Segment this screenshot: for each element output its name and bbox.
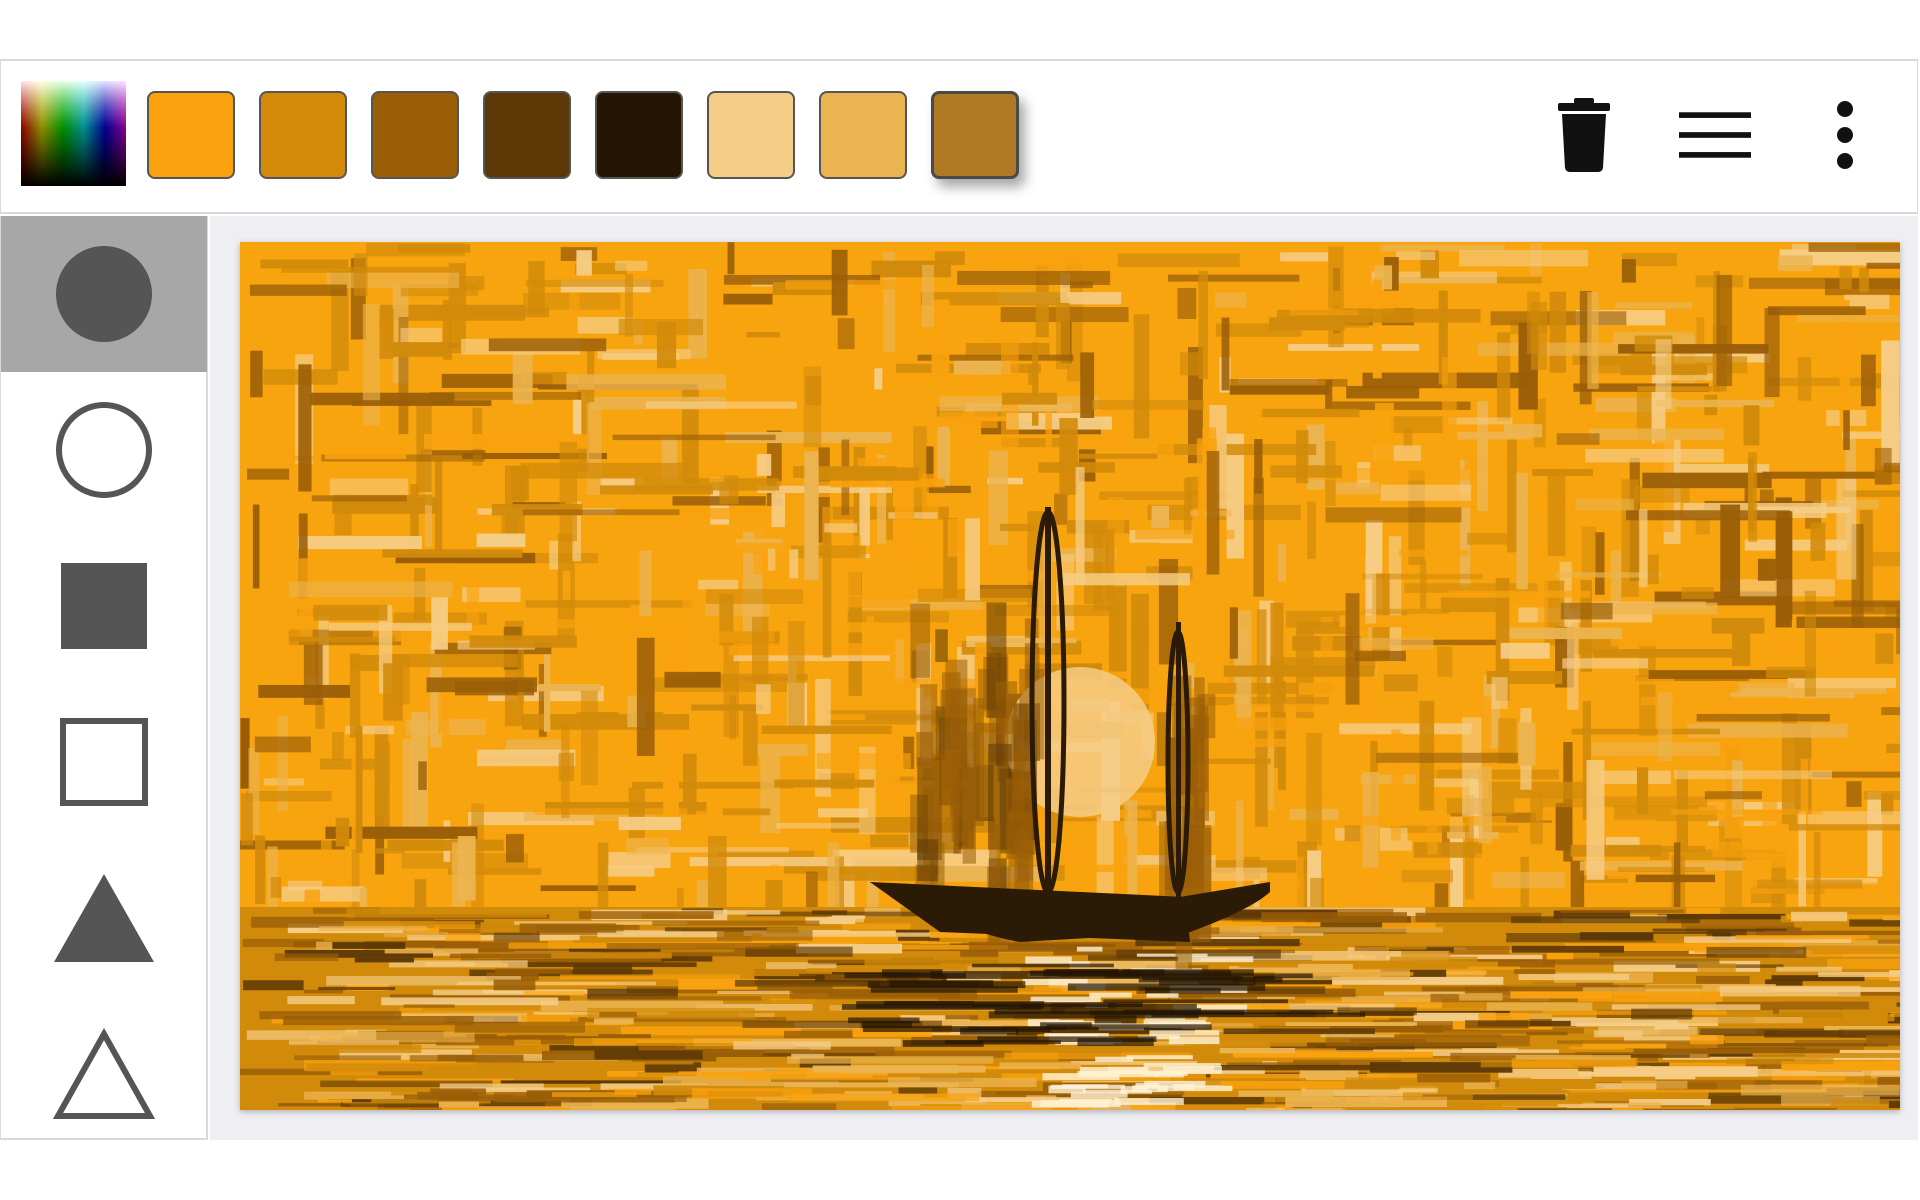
- color-swatch-7[interactable]: [819, 91, 907, 179]
- color-swatch-5[interactable]: [595, 91, 683, 179]
- color-swatch-1[interactable]: [147, 91, 235, 179]
- shape-tools-sidebar: [0, 216, 208, 1140]
- tool-filled-triangle[interactable]: [1, 840, 207, 996]
- tool-filled-square[interactable]: [1, 528, 207, 684]
- filled-triangle-icon: [54, 874, 154, 962]
- tool-outline-circle[interactable]: [1, 372, 207, 528]
- color-swatch-4[interactable]: [483, 91, 571, 179]
- color-swatch-8[interactable]: [931, 91, 1019, 179]
- canvas-area: [210, 216, 1918, 1140]
- tool-filled-circle[interactable]: [1, 216, 207, 372]
- tool-outline-square[interactable]: [1, 684, 207, 840]
- more-options-button[interactable]: [1809, 99, 1881, 171]
- outline-square-icon: [60, 718, 148, 806]
- top-toolbar: [0, 59, 1918, 214]
- color-swatch-3[interactable]: [371, 91, 459, 179]
- filled-circle-icon: [56, 246, 152, 342]
- drawing-canvas[interactable]: [240, 242, 1900, 1110]
- more-vertical-icon: [1837, 101, 1853, 169]
- menu-icon: [1679, 112, 1751, 158]
- outline-triangle-icon: [52, 1028, 156, 1119]
- outline-circle-icon: [56, 402, 152, 498]
- color-swatch-2[interactable]: [259, 91, 347, 179]
- tool-outline-triangle[interactable]: [1, 996, 207, 1152]
- delete-button[interactable]: [1548, 98, 1620, 172]
- filled-square-icon: [61, 563, 147, 649]
- menu-button[interactable]: [1679, 99, 1751, 171]
- color-swatch-6[interactable]: [707, 91, 795, 179]
- trash-icon: [1558, 98, 1610, 172]
- color-spectrum-icon[interactable]: [21, 81, 126, 186]
- canvas-artwork: [240, 242, 1900, 1110]
